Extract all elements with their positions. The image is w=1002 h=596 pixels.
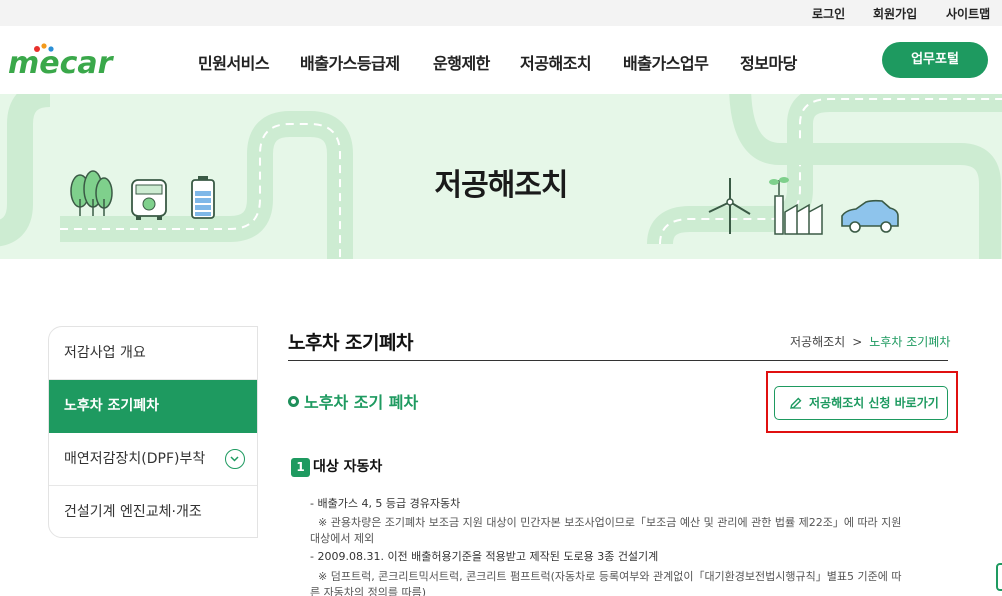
sidebar-item-dpf[interactable]: 매연저감장치(DPF)부착 (49, 433, 257, 486)
svg-text:mecar: mecar (8, 46, 115, 80)
page-banner: 저공해조치 (0, 94, 1002, 259)
login-link[interactable]: 로그인 (812, 5, 845, 22)
pencil-icon (790, 397, 802, 409)
body-line: 대상에서 제외 (310, 532, 375, 545)
sitemap-link[interactable]: 사이트맵 (946, 5, 990, 22)
apply-shortcut-button[interactable]: 저공해조치 신청 바로가기 (774, 386, 948, 420)
breadcrumb-current: 노후차 조기폐차 (869, 335, 951, 349)
title-divider (288, 360, 948, 361)
sidebar-item-label: 노후차 조기폐차 (64, 398, 160, 414)
body-line: ※ 덤프트럭, 콘크리트믹서트럭, 콘크리트 펌프트럭(자동차로 등록여부와 관… (318, 570, 902, 583)
sidebar-item-reduction-overview[interactable]: 저감사업 개요 (49, 327, 257, 380)
breadcrumb-parent[interactable]: 저공해조치 (790, 335, 845, 349)
nav-item-info[interactable]: 정보마당 (740, 50, 797, 74)
chevron-down-icon[interactable] (225, 449, 245, 469)
section-heading: 노후차 조기 폐차 (288, 389, 418, 413)
sidebar-item-label: 저감사업 개요 (64, 345, 146, 361)
banner-title: 저공해조치 (434, 168, 569, 203)
breadcrumb-separator: > (852, 335, 863, 349)
subsection-label: 대상 자동차 (313, 459, 383, 475)
nav-item-driving-restriction[interactable]: 운행제한 (433, 50, 490, 74)
ring-bullet-icon (288, 396, 299, 407)
side-floating-tab[interactable] (996, 563, 1002, 591)
sidebar-item-construction-engine[interactable]: 건설기계 엔진교체·개조 (49, 486, 257, 537)
electric-car-icon (841, 199, 899, 233)
mecar-logo[interactable]: mecar (8, 40, 120, 80)
body-line: ※ 관용차량은 조기폐차 보조금 지원 대상이 민간자본 보조사업이므로「보조금… (318, 516, 902, 529)
apply-button-label: 저공해조치 신청 바로가기 (809, 396, 939, 410)
sidebar-item-label: 건설기계 엔진교체·개조 (64, 504, 202, 520)
utility-bar: 로그인 회원가입 사이트맵 (0, 0, 1002, 26)
body-line: 른 자동차의 정의를 따름) (310, 586, 426, 596)
work-portal-button[interactable]: 업무포털 (882, 42, 988, 78)
site-header: mecar 민원서비스 배출가스등급제 운행제한 저공해조치 배출가스업무 정보… (0, 26, 1002, 94)
breadcrumb: 저공해조치 > 노후차 조기폐차 (790, 333, 950, 350)
number-badge: 1 (291, 458, 310, 477)
nav-item-emission-work[interactable]: 배출가스업무 (623, 50, 709, 74)
sidebar-item-early-scrapping[interactable]: 노후차 조기폐차 (49, 380, 257, 433)
nav-item-low-emission-measures[interactable]: 저공해조치 (520, 50, 592, 74)
section-heading-text: 노후차 조기 폐차 (304, 393, 419, 412)
body-line: - 2009.08.31. 이전 배출허용기준을 적용받고 제작된 도로용 3종… (310, 550, 659, 563)
nav-item-emission-grade[interactable]: 배출가스등급제 (300, 50, 400, 74)
subsection-heading: 1 대상 자동차 (291, 456, 382, 477)
body-line: - 배출가스 4, 5 등급 경유자동차 (310, 497, 461, 510)
nav-item-civil-service[interactable]: 민원서비스 (198, 50, 270, 74)
join-link[interactable]: 회원가입 (873, 5, 917, 22)
page-title: 노후차 조기폐차 (288, 332, 413, 354)
sidebar-item-label: 매연저감장치(DPF)부착 (64, 451, 206, 467)
sidebar-menu: 저감사업 개요 노후차 조기폐차 매연저감장치(DPF)부착 건설기계 엔진교체… (48, 326, 258, 538)
